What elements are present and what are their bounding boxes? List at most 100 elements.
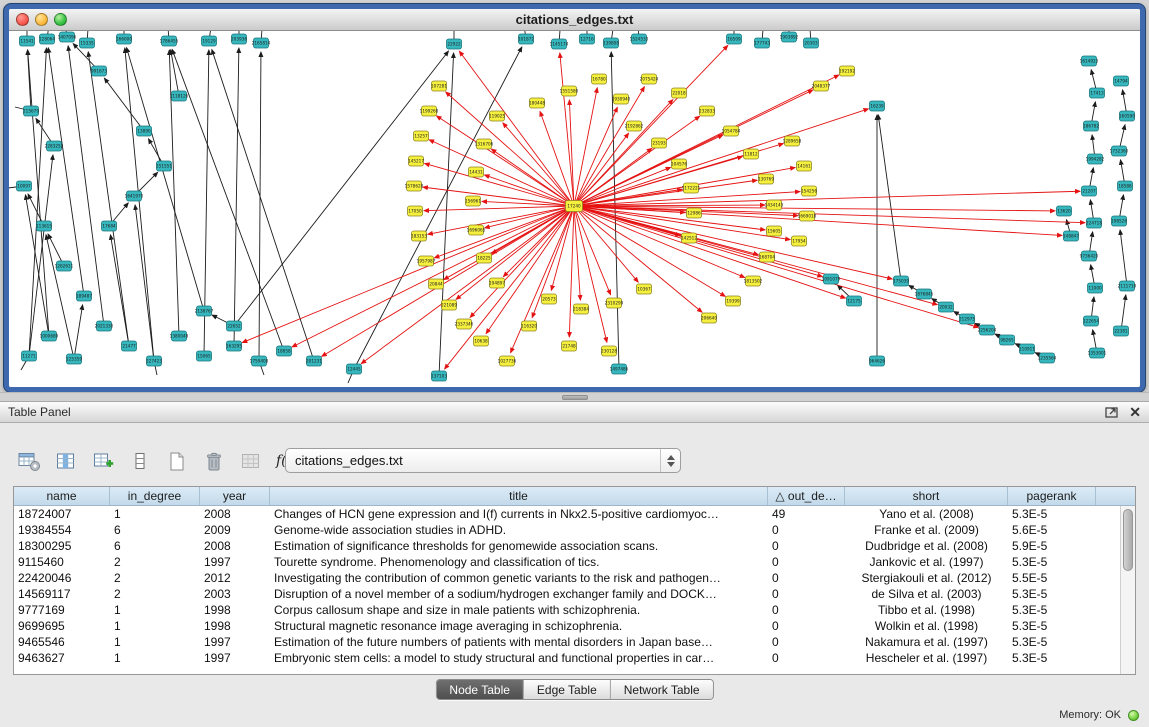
graph-node[interactable]: 14431 [469,167,484,177]
import-table-button[interactable] [88,448,118,474]
splitter-grip-icon[interactable] [562,395,588,400]
graph-edge[interactable] [540,111,574,206]
graph-edge[interactable] [110,235,129,346]
new-file-button[interactable] [162,448,192,474]
table-row[interactable]: 1456911722003Disruption of a novel membe… [14,586,1135,602]
graph-node[interactable]: 1199268 [420,106,439,116]
graph-node[interactable]: 18858 [277,346,292,356]
table-row[interactable]: 969969511998Structural magnetic resonanc… [14,618,1135,634]
graph-edge[interactable] [127,48,204,311]
graph-edge[interactable] [322,206,574,356]
graph-node[interactable]: 15605 [767,226,782,236]
graph-node[interactable]: 1641970 [125,191,144,201]
graph-node[interactable]: 20573 [542,294,557,304]
graph-edge[interactable] [125,48,154,361]
graph-node[interactable]: 1434143 [765,200,784,210]
column-header-pagerank[interactable]: pagerank [1008,487,1096,505]
graph-node[interactable]: 230128 [601,346,617,356]
graph-node[interactable]: 1876845 [915,289,934,299]
tab-node-table[interactable]: Node Table [436,680,523,699]
graph-node[interactable]: 12716 [580,34,595,44]
graph-edge[interactable] [28,50,31,111]
graph-node[interactable]: 21748 [562,341,577,351]
graph-node[interactable]: 16239 [870,101,885,111]
graph-node[interactable]: 137103 [431,371,447,381]
column-header-name[interactable]: name [14,487,110,505]
graph-node[interactable]: 110911 [1019,344,1035,354]
graph-node[interactable]: 10097 [17,181,32,191]
graph-node[interactable]: 113615 [36,221,52,231]
graph-node[interactable]: 1118126 [170,91,189,101]
graph-node[interactable]: 221089 [441,300,457,310]
graph-node[interactable]: 1669018 [798,211,817,221]
graph-node[interactable]: 22652 [227,321,242,331]
column-header-out_de[interactable]: △ out_de… [768,487,845,505]
graph-node[interactable]: 151551 [156,161,172,171]
graph-node[interactable]: 10367 [637,284,652,294]
graph-node[interactable]: 17413 [1090,88,1105,98]
graph-node[interactable]: 14161 [797,161,812,171]
graph-edge[interactable] [88,52,129,346]
graph-edge[interactable] [212,50,314,361]
graph-node[interactable]: 13257 [414,131,429,141]
graph-node[interactable]: 180448 [529,98,545,108]
graph-edge[interactable] [574,206,702,312]
column-header-in_degree[interactable]: in_degree [110,487,200,505]
graph-node[interactable]: 11000 [1088,283,1103,293]
graph-edge[interactable] [569,100,574,206]
graph-node[interactable]: 20844 [429,279,444,289]
graph-node[interactable]: 125359 [66,354,82,364]
graph-node[interactable]: 11541 [20,36,35,46]
graph-node[interactable]: 119025 [489,111,505,121]
graph-node[interactable]: 19129 [202,36,217,46]
table-row[interactable]: 946362711997Embryonic stem cells: a mode… [14,650,1135,666]
graph-edge[interactable] [574,206,725,296]
close-panel-button[interactable]: ✕ [1129,405,1141,419]
graph-node[interactable]: 160590 [1119,111,1135,121]
graph-node[interactable]: 12445 [347,364,362,374]
graph-node[interactable]: 1407096 [58,32,77,42]
graph-node[interactable]: 17050 [408,206,423,216]
graph-node[interactable]: 2021330 [95,321,114,331]
row-selector-button[interactable] [125,448,155,474]
graph-node[interactable]: 1578628 [405,181,424,191]
graph-edge[interactable] [574,206,978,327]
window-titlebar[interactable]: citations_edges.txt [9,9,1140,31]
graph-edge[interactable] [439,53,454,376]
graph-node[interactable]: 1957987 [417,256,436,266]
graph-node[interactable]: 145217 [408,156,424,166]
tab-network-table[interactable]: Network Table [610,680,713,699]
graph-node[interactable]: 12986 [687,208,702,218]
graph-node[interactable]: 14794 [1114,76,1129,86]
graph-node[interactable]: 2337346 [455,319,474,329]
graph-edge[interactable] [560,53,574,206]
graph-node[interactable]: 1497486 [610,364,629,374]
graph-edge[interactable] [437,116,574,206]
graph-node[interactable]: 177743 [754,38,770,48]
graph-node[interactable]: 21477 [122,341,137,351]
column-header-short[interactable]: short [845,487,1008,505]
graph-node[interactable]: 2310299 [605,298,624,308]
graph-node[interactable]: 1091079 [822,274,841,284]
graph-node[interactable]: 2256204 [978,325,997,335]
graph-edge[interactable] [459,51,574,206]
graph-edge[interactable] [429,140,574,206]
graph-node[interactable]: 1614923 [1080,56,1099,66]
graph-node[interactable]: 12175 [847,296,862,306]
graph-node[interactable]: 20303 [804,38,819,48]
table-row[interactable]: 911546021997Tourette syndrome. Phenomeno… [14,554,1135,570]
graph-edge[interactable] [68,46,104,326]
graph-node[interactable]: 98265 [1000,335,1015,345]
minimize-window-button[interactable] [35,13,48,26]
graph-node[interactable]: 22018 [672,88,687,98]
graph-edge[interactable] [1120,230,1127,286]
graph-node[interactable]: 156961 [465,196,481,206]
graph-node[interactable]: 22381 [1114,326,1129,336]
graph-node[interactable]: 18588 [1118,181,1133,191]
graph-node[interactable]: 175039 [893,276,909,286]
graph-node[interactable]: 1289658 [783,136,802,146]
graph-node[interactable]: 17240 [566,201,583,212]
graph-edge[interactable] [574,109,868,206]
graph-node[interactable]: 166000 [116,34,132,44]
graph-node[interactable]: 148847 [1063,231,1079,241]
